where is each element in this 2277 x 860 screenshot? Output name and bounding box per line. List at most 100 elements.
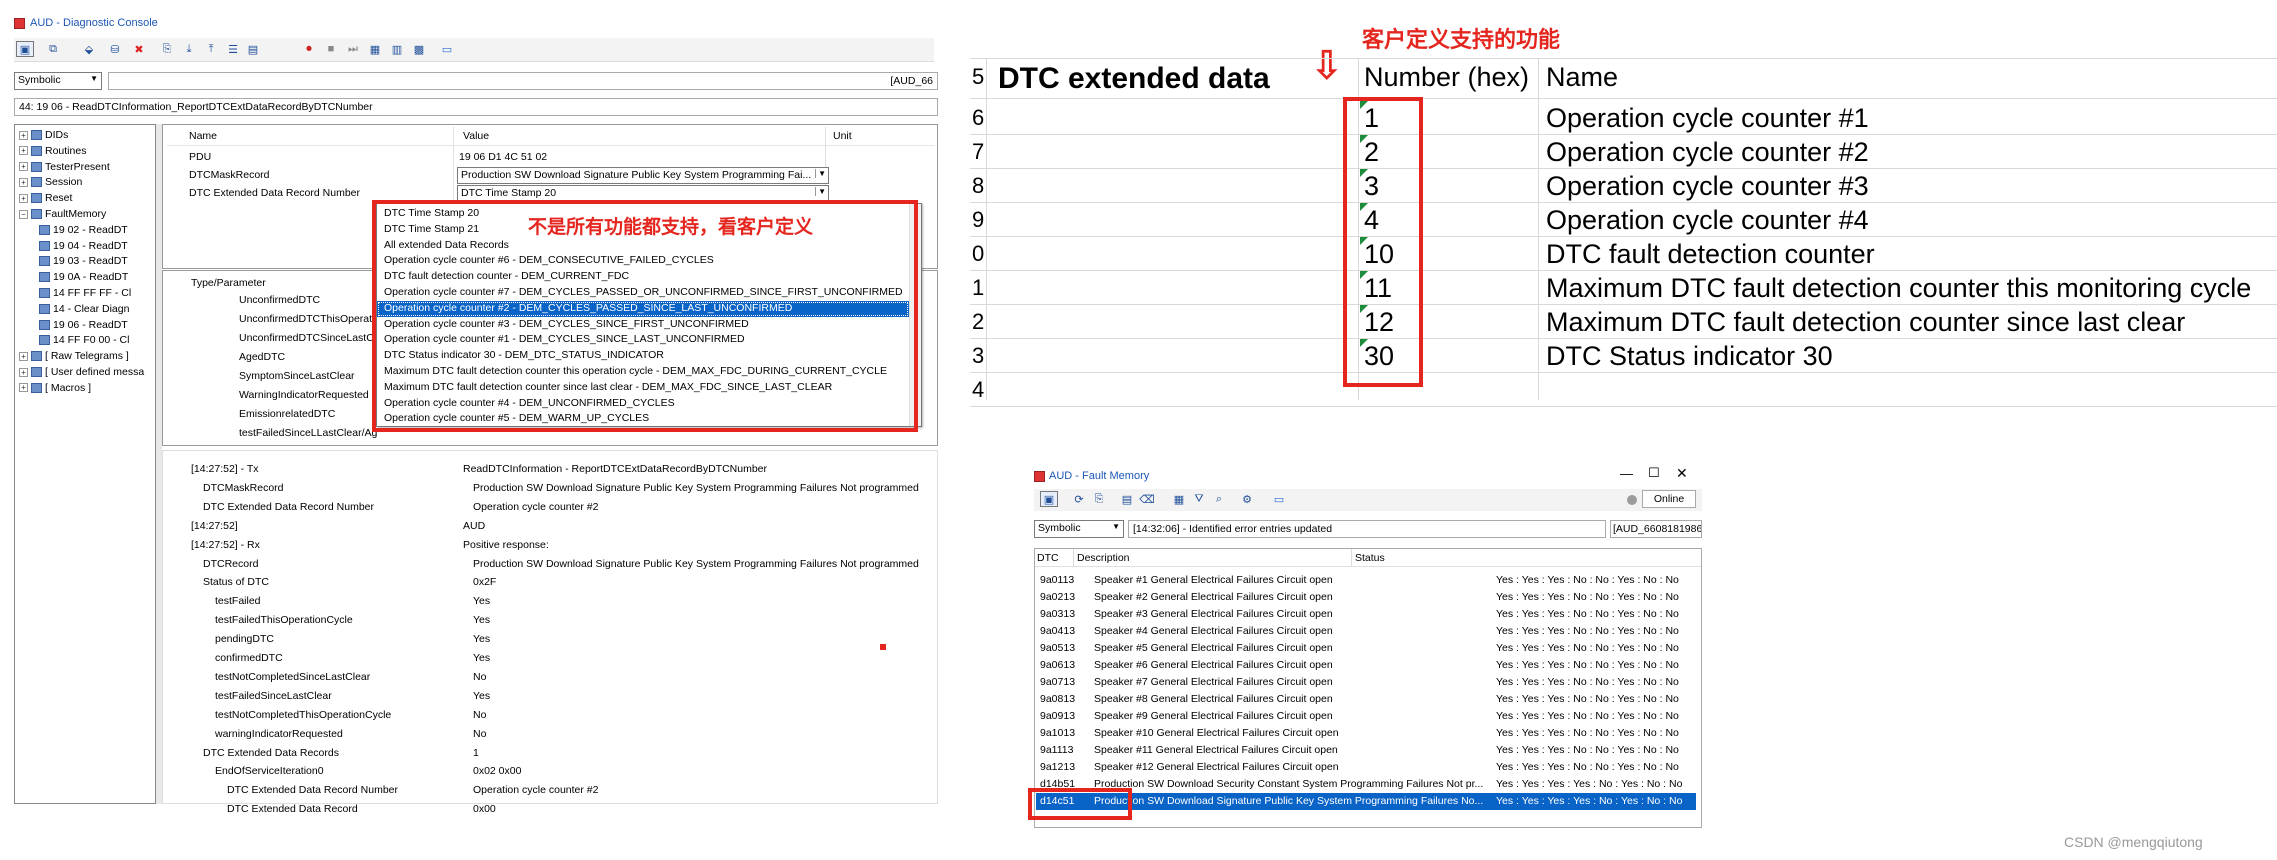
log-entry-name: warningIndicatorRequested bbox=[215, 727, 343, 740]
sheet-cell-name[interactable]: DTC fault detection counter bbox=[1546, 239, 1875, 270]
grid-icon[interactable]: ▦ bbox=[366, 41, 384, 57]
refresh-icon[interactable]: ⟳ bbox=[1070, 491, 1088, 507]
collapse-icon[interactable]: − bbox=[19, 209, 28, 219]
expand-icon[interactable]: + bbox=[19, 162, 28, 172]
export-icon[interactable]: ⤒ bbox=[202, 41, 220, 57]
expand-icon[interactable]: + bbox=[19, 193, 28, 203]
detail-icon[interactable]: ▦ bbox=[1170, 491, 1188, 507]
fm-ecu-tag: [AUD_6608181986__A] AUD bbox=[1610, 520, 1702, 538]
insert-icon[interactable]: ⎘ bbox=[158, 41, 176, 57]
sheet-row-divider bbox=[970, 168, 2277, 169]
dtc-row[interactable]: 9a1013 Speaker #10 General Electrical Fai… bbox=[1036, 725, 1696, 742]
symbolic-select[interactable]: Symbolic ▼ bbox=[14, 72, 102, 90]
minimize-icon[interactable]: — bbox=[1620, 466, 1633, 481]
dtc-row[interactable]: 9a0713 Speaker #7 General Electrical Fail… bbox=[1036, 674, 1696, 691]
delete-icon[interactable]: ✖ bbox=[130, 41, 148, 57]
folder-icon bbox=[31, 209, 42, 219]
dtc-row[interactable]: 9a0313 Speaker #3 General Electrical Fail… bbox=[1036, 606, 1696, 623]
log-entry-name: [14:27:52] - Rx bbox=[191, 538, 260, 551]
dtc-row[interactable]: d14c51 Production SW Download Signature P… bbox=[1036, 793, 1696, 810]
list-icon[interactable]: ☰ bbox=[224, 41, 242, 57]
sheet-cell-name[interactable]: Operation cycle counter #4 bbox=[1546, 205, 1869, 236]
dtc-row[interactable]: 9a1113 Speaker #11 General Electrical Fai… bbox=[1036, 742, 1696, 759]
log-entry-value: 0x00 bbox=[473, 803, 496, 816]
tree-item[interactable]: 19 03 - ReadDT bbox=[39, 255, 128, 267]
tree-item-label: 19 04 - ReadDT bbox=[53, 239, 128, 252]
expand-icon[interactable]: + bbox=[19, 146, 28, 156]
tree-item[interactable]: − FaultMemory bbox=[19, 208, 106, 220]
read-icon[interactable]: ⎘ bbox=[1090, 491, 1108, 507]
expand-icon[interactable]: + bbox=[19, 130, 28, 140]
table-icon[interactable]: ▩ bbox=[410, 41, 428, 57]
tree-item[interactable]: 14 FF FF FF - Cl bbox=[39, 287, 131, 299]
dtc-row[interactable]: 9a1213 Speaker #12 General Electrical Fai… bbox=[1036, 759, 1696, 776]
folder-icon bbox=[31, 145, 42, 156]
tag-icon[interactable]: ⬙ bbox=[80, 41, 98, 57]
tree-item[interactable]: 14 FF F0 00 - Cl bbox=[39, 334, 129, 346]
sheet-cell-name[interactable]: Operation cycle counter #1 bbox=[1546, 103, 1869, 134]
folder-icon[interactable]: ▭ bbox=[438, 41, 456, 57]
dtc-row[interactable]: 9a0513 Speaker #5 General Electrical Fail… bbox=[1036, 640, 1696, 657]
dtc-row[interactable]: 9a0813 Speaker #8 General Electrical Fail… bbox=[1036, 691, 1696, 708]
tree-item[interactable]: + Routines bbox=[19, 145, 86, 157]
search-icon[interactable]: ⌕ bbox=[1210, 491, 1228, 507]
record-icon[interactable]: ⏺ bbox=[300, 41, 318, 57]
col-header-dtc[interactable]: DTC bbox=[1037, 552, 1059, 564]
dtc-row[interactable]: d14b51 Production SW Download Security Co… bbox=[1036, 776, 1696, 793]
tree-item[interactable]: + [ Macros ] bbox=[19, 382, 91, 394]
sheet-cell-name[interactable]: Maximum DTC fault detection counter this… bbox=[1546, 273, 2251, 304]
save-icon[interactable]: ⛁ bbox=[106, 41, 124, 57]
fm-status-message: [14:32:06] - Identified error entries up… bbox=[1128, 520, 1606, 538]
expand-icon[interactable]: + bbox=[19, 367, 28, 377]
tree-item[interactable]: 14 - Clear Diagn bbox=[39, 303, 129, 315]
tree-item[interactable]: + [ User defined messa bbox=[19, 366, 144, 378]
filter-icon[interactable]: ⛛ bbox=[1190, 491, 1208, 507]
connect-icon[interactable]: ▣ bbox=[1040, 491, 1058, 507]
dtc-row-dtc: 9a1213 bbox=[1040, 761, 1076, 773]
dtc-mask-select[interactable]: Production SW Download Signature Public … bbox=[457, 167, 829, 184]
expand-icon[interactable]: + bbox=[19, 177, 28, 187]
tree-item[interactable]: 19 06 - ReadDT bbox=[39, 319, 128, 331]
copy-icon[interactable]: ⧉ bbox=[44, 41, 62, 57]
message-field: [AUD_66 bbox=[108, 72, 938, 90]
snapshot-icon[interactable]: ▤ bbox=[1118, 491, 1136, 507]
dtc-row[interactable]: 9a0413 Speaker #4 General Electrical Fail… bbox=[1036, 623, 1696, 640]
col-header-status[interactable]: Status bbox=[1355, 552, 1385, 564]
connect-icon[interactable]: ▣ bbox=[16, 41, 34, 57]
dtc-row[interactable]: 9a0913 Speaker #9 General Electrical Fail… bbox=[1036, 708, 1696, 725]
folder-icon[interactable]: ▭ bbox=[1270, 491, 1288, 507]
tree-item[interactable]: + Session bbox=[19, 176, 82, 188]
clear-icon[interactable]: ⌫ bbox=[1138, 491, 1156, 507]
stop-icon[interactable]: ■ bbox=[322, 41, 340, 57]
tree-item[interactable]: + [ Raw Telegrams ] bbox=[19, 350, 129, 362]
online-button[interactable]: Online bbox=[1642, 490, 1696, 508]
tree-item[interactable]: + TesterPresent bbox=[19, 161, 110, 173]
tree-item[interactable]: 19 04 - ReadDT bbox=[39, 240, 128, 252]
folder-icon bbox=[39, 272, 50, 283]
tree-item[interactable]: 19 0A - ReadDT bbox=[39, 271, 128, 283]
dtc-row[interactable]: 9a0213 Speaker #2 General Electrical Fail… bbox=[1036, 589, 1696, 606]
sheet-row-divider bbox=[970, 338, 2277, 339]
dtc-row[interactable]: 9a0613 Speaker #6 General Electrical Fail… bbox=[1036, 657, 1696, 674]
tree-item-label: 14 FF F0 00 - Cl bbox=[53, 334, 130, 347]
tree-item[interactable]: + DIDs bbox=[19, 129, 68, 141]
step-icon[interactable]: ⏭ bbox=[344, 41, 362, 57]
settings-icon[interactable]: ⚙ bbox=[1238, 491, 1256, 507]
monitor-icon[interactable]: ▤ bbox=[244, 41, 262, 57]
dtc-row[interactable]: 9a0113 Speaker #1 General Electrical Fail… bbox=[1036, 572, 1696, 589]
tree-item[interactable]: + Reset bbox=[19, 192, 72, 204]
maximize-icon[interactable]: ☐ bbox=[1648, 465, 1660, 481]
sheet-cell-name[interactable]: Operation cycle counter #2 bbox=[1546, 137, 1869, 168]
sheet-cell-name[interactable]: Maximum DTC fault detection counter sinc… bbox=[1546, 307, 2185, 338]
expand-icon[interactable]: + bbox=[19, 383, 28, 393]
fm-symbolic-select[interactable]: Symbolic ▼ bbox=[1034, 520, 1124, 538]
tree-item[interactable]: 19 02 - ReadDT bbox=[39, 224, 128, 236]
expand-icon[interactable]: + bbox=[19, 351, 28, 361]
dtc-row-dtc: 9a1113 bbox=[1040, 744, 1074, 756]
sheet-cell-name[interactable]: DTC Status indicator 30 bbox=[1546, 341, 1833, 372]
col-header-description[interactable]: Description bbox=[1077, 552, 1130, 564]
sheet-cell-name[interactable]: Operation cycle counter #3 bbox=[1546, 171, 1869, 202]
grid-alt-icon[interactable]: ▥ bbox=[388, 41, 406, 57]
close-icon[interactable]: ✕ bbox=[1676, 465, 1688, 482]
import-icon[interactable]: ⤓ bbox=[180, 41, 198, 57]
